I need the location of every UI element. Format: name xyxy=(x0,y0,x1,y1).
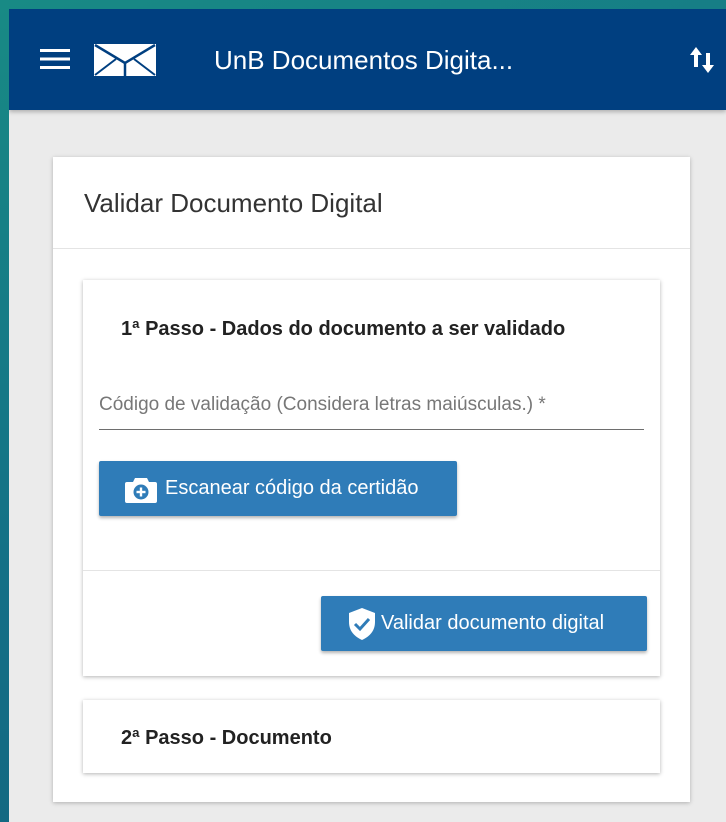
envelope-logo-icon xyxy=(94,44,156,76)
validate-document-button[interactable]: Validar documento digital xyxy=(321,596,647,651)
validate-document-button-label: Validar documento digital xyxy=(381,612,605,634)
validation-code-field xyxy=(99,385,644,430)
app-window: UnB Documentos Digita... Validar Documen… xyxy=(9,9,726,822)
camera-plus-icon xyxy=(125,477,157,503)
app-title: UnB Documentos Digita... xyxy=(214,45,514,75)
sort-arrows-icon[interactable] xyxy=(689,45,715,75)
step-2-title: 2ª Passo - Documento xyxy=(121,727,332,749)
hamburger-menu-icon[interactable] xyxy=(40,48,70,70)
app-bar: UnB Documentos Digita... xyxy=(9,9,726,110)
step-1-panel: 1ª Passo - Dados do documento a ser vali… xyxy=(83,280,660,676)
step-2-panel[interactable]: 2ª Passo - Documento xyxy=(83,700,660,773)
scan-code-button-label: Escanear código da certidão xyxy=(165,477,419,499)
card-header: Validar Documento Digital xyxy=(53,157,690,249)
scan-code-button[interactable]: Escanear código da certidão xyxy=(99,461,457,516)
card-title: Validar Documento Digital xyxy=(84,188,383,218)
step-1-title: 1ª Passo - Dados do documento a ser vali… xyxy=(121,318,566,340)
validation-code-input[interactable] xyxy=(99,385,644,429)
shield-check-icon xyxy=(349,607,375,640)
step-1-divider xyxy=(83,570,660,571)
validation-card: Validar Documento Digital 1ª Passo - Dad… xyxy=(53,157,690,802)
